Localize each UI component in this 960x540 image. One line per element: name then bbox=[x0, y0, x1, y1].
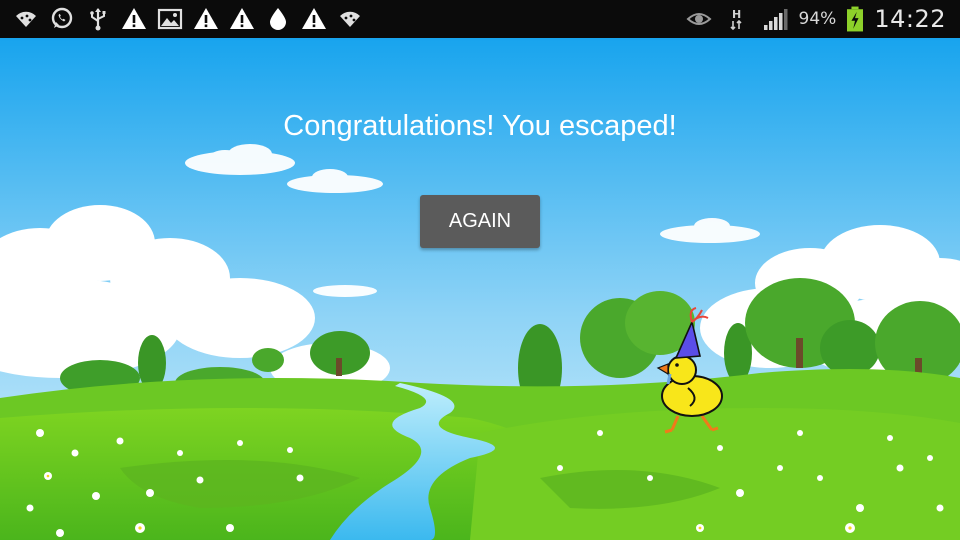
hspa-icon: H bbox=[723, 5, 751, 33]
game-screen[interactable]: Congratulations! You escaped! AGAIN bbox=[0, 38, 960, 540]
gallery-icon bbox=[156, 5, 184, 33]
eye-icon bbox=[685, 5, 713, 33]
again-button[interactable]: AGAIN bbox=[420, 195, 540, 248]
wifi-icon bbox=[12, 5, 40, 33]
drop-icon bbox=[264, 5, 292, 33]
warning-icon bbox=[192, 5, 220, 33]
usb-icon bbox=[84, 5, 112, 33]
signal-icon bbox=[761, 5, 789, 33]
system-icons: H 94% 14:22 bbox=[685, 0, 946, 38]
svg-text:H: H bbox=[732, 8, 741, 21]
clock: 14:22 bbox=[874, 5, 946, 33]
battery-charging-icon bbox=[846, 5, 864, 33]
warning-icon bbox=[228, 5, 256, 33]
status-bar: H 94% 14:22 bbox=[0, 0, 960, 38]
warning-icon bbox=[120, 5, 148, 33]
warning-icon bbox=[300, 5, 328, 33]
wifi-icon bbox=[336, 5, 364, 33]
win-message: Congratulations! You escaped! bbox=[283, 110, 677, 142]
notification-icons bbox=[12, 0, 364, 38]
battery-percent: 94% bbox=[798, 9, 837, 29]
whatsapp-icon bbox=[48, 5, 76, 33]
